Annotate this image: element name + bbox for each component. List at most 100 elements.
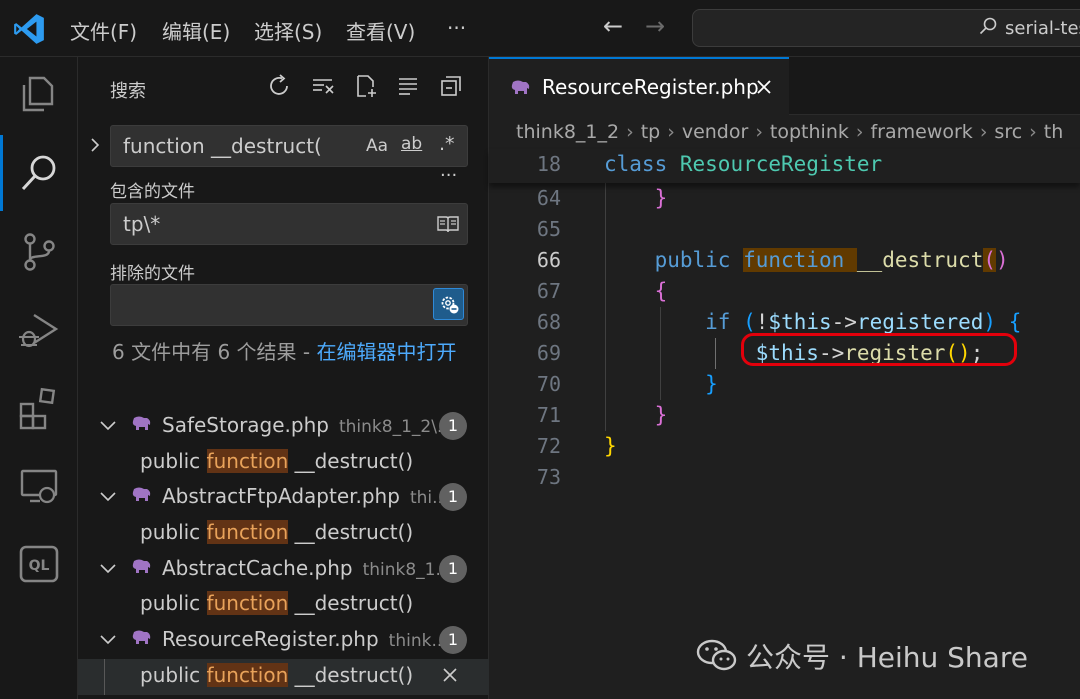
- extensions-icon[interactable]: [16, 385, 62, 431]
- title-bar: 文件(F) 编辑(E) 选择(S) 查看(V) ··· ← → serial-t…: [0, 0, 1080, 57]
- breadcrumb-item[interactable]: framework: [870, 121, 972, 143]
- result-file-row[interactable]: AbstractCache.php think8_1... 1: [78, 552, 489, 588]
- dismiss-result-icon[interactable]: [440, 665, 460, 685]
- toggle-replace-chevron-icon[interactable]: [86, 136, 104, 154]
- new-search-editor-icon[interactable]: [353, 73, 379, 99]
- line-number: 71: [536, 403, 561, 427]
- code-text: }: [604, 372, 718, 396]
- match-prefix: public: [140, 449, 207, 473]
- include-value: tp\*: [123, 212, 161, 236]
- breadcrumb: think8_1_2 › tp › vendor › topthink › framework ›…: [516, 121, 1063, 143]
- menu-selection[interactable]: 选择(S): [254, 16, 322, 45]
- php-elephant-icon: [132, 487, 151, 501]
- breadcrumb-item[interactable]: src: [994, 121, 1022, 143]
- chevron-down-icon[interactable]: [98, 629, 118, 649]
- include-files-input[interactable]: tp\*: [110, 203, 468, 245]
- code-line[interactable]: 73: [489, 462, 1080, 493]
- result-match-row[interactable]: public function __destruct(): [78, 516, 489, 552]
- annotation-highlight-ellipse: [741, 333, 1017, 366]
- code-line[interactable]: 70 }: [489, 369, 1080, 400]
- source-control-icon[interactable]: [16, 229, 62, 275]
- match-highlight: function: [206, 663, 289, 687]
- line-number: 69: [536, 341, 561, 365]
- menu-file[interactable]: 文件(F): [70, 16, 137, 45]
- use-regex-toggle[interactable]: .*: [439, 133, 455, 155]
- activity-bar: QL: [0, 57, 78, 699]
- use-exclude-settings-toggle[interactable]: [433, 288, 464, 320]
- breadcrumb-separator-icon: ›: [667, 121, 675, 143]
- code-line[interactable]: 71 }: [489, 400, 1080, 431]
- breadcrumb-separator-icon: ›: [1029, 121, 1037, 143]
- back-arrow-icon[interactable]: ←: [603, 12, 623, 40]
- result-match-row[interactable]: public function __destruct(): [78, 445, 489, 481]
- result-file-row[interactable]: AbstractFtpAdapter.php thi... 1: [78, 480, 489, 516]
- editor-tabs: ResourceRegister.php: [489, 57, 1080, 115]
- search-icon: [979, 17, 997, 35]
- code-text: }: [604, 403, 668, 427]
- result-file-row[interactable]: ResourceRegister.php think... 1: [78, 623, 489, 659]
- line-number: 68: [536, 310, 561, 334]
- include-label: 包含的文件: [110, 182, 195, 202]
- menu-view[interactable]: 查看(V): [346, 16, 415, 45]
- breadcrumb-item[interactable]: vendor: [682, 121, 748, 143]
- breadcrumb-item[interactable]: tp: [641, 121, 661, 143]
- command-center[interactable]: serial-tes: [692, 9, 1080, 47]
- result-file-name: ResourceRegister.php: [162, 627, 379, 651]
- result-match-row-selected[interactable]: public function __destruct(): [78, 659, 489, 695]
- menu-more[interactable]: ···: [447, 16, 466, 40]
- breadcrumb-item[interactable]: topthink: [770, 121, 849, 143]
- tab-label: ResourceRegister.php: [542, 75, 759, 99]
- php-elephant-icon: [511, 80, 530, 94]
- chevron-down-icon[interactable]: [98, 486, 118, 506]
- code-class-name: ResourceRegister: [679, 152, 883, 176]
- forward-arrow-icon[interactable]: →: [645, 12, 665, 40]
- run-debug-icon[interactable]: [16, 307, 62, 353]
- close-tab-icon[interactable]: [754, 77, 774, 97]
- search-sidebar: 搜索 function __destruct( Aa ab .* ··· 包含的…: [78, 57, 489, 699]
- clear-results-icon[interactable]: [310, 73, 336, 99]
- codeql-icon[interactable]: QL: [16, 541, 62, 587]
- breadcrumb-item[interactable]: th: [1044, 121, 1064, 143]
- result-count-badge: 1: [439, 483, 467, 511]
- wechat-icon: [696, 639, 737, 671]
- refresh-icon[interactable]: [267, 73, 293, 99]
- result-file-path: think8_1_2\...: [338, 417, 454, 437]
- search-view-icon[interactable]: [16, 150, 62, 196]
- search-details-toggle[interactable]: ···: [440, 165, 457, 186]
- line-number: 67: [536, 279, 561, 303]
- tab-resource-register[interactable]: ResourceRegister.php: [489, 57, 789, 115]
- code-text: }: [604, 434, 617, 458]
- result-file-row[interactable]: SafeStorage.php think8_1_2\... 1: [78, 409, 489, 445]
- remote-explorer-icon[interactable]: [16, 463, 62, 509]
- search-open-editors-icon[interactable]: [437, 214, 459, 234]
- match-case-toggle[interactable]: Aa: [366, 136, 388, 156]
- collapse-all-icon[interactable]: [438, 73, 464, 99]
- breadcrumb-separator-icon: ›: [855, 121, 864, 143]
- code-line[interactable]: 65: [489, 214, 1080, 245]
- code-line[interactable]: 72 }: [489, 431, 1080, 462]
- vscode-logo-icon[interactable]: [12, 12, 46, 46]
- match-highlight: function: [206, 591, 289, 615]
- code-line[interactable]: 67 {: [489, 276, 1080, 307]
- php-elephant-icon: [132, 630, 151, 644]
- explorer-icon[interactable]: [16, 71, 62, 117]
- result-match-row[interactable]: public function __destruct(): [78, 587, 489, 623]
- code-keyword: class: [604, 152, 668, 176]
- breadcrumb-item[interactable]: think8_1_2: [516, 121, 619, 143]
- menu-edit[interactable]: 编辑(E): [162, 16, 230, 45]
- chevron-down-icon[interactable]: [98, 415, 118, 435]
- match-whole-word-toggle[interactable]: ab: [401, 134, 422, 154]
- chevron-down-icon[interactable]: [98, 558, 118, 578]
- sticky-scroll-header[interactable]: 18 class ResourceRegister: [489, 149, 1080, 183]
- search-query: function __destruct(: [123, 134, 322, 158]
- code-line[interactable]: 64 }: [489, 183, 1080, 214]
- match-suffix: __destruct(): [288, 520, 414, 544]
- view-as-tree-icon[interactable]: [395, 73, 421, 99]
- exclude-files-input[interactable]: [110, 284, 468, 326]
- line-number: 66: [536, 248, 561, 272]
- result-count-badge: 1: [439, 626, 467, 654]
- search-input[interactable]: function __destruct( Aa ab .*: [110, 125, 468, 167]
- open-in-editor-link[interactable]: 在编辑器中打开: [316, 340, 456, 364]
- code-line[interactable]: 66 public function __destruct(): [489, 245, 1080, 276]
- match-prefix: public: [140, 591, 207, 615]
